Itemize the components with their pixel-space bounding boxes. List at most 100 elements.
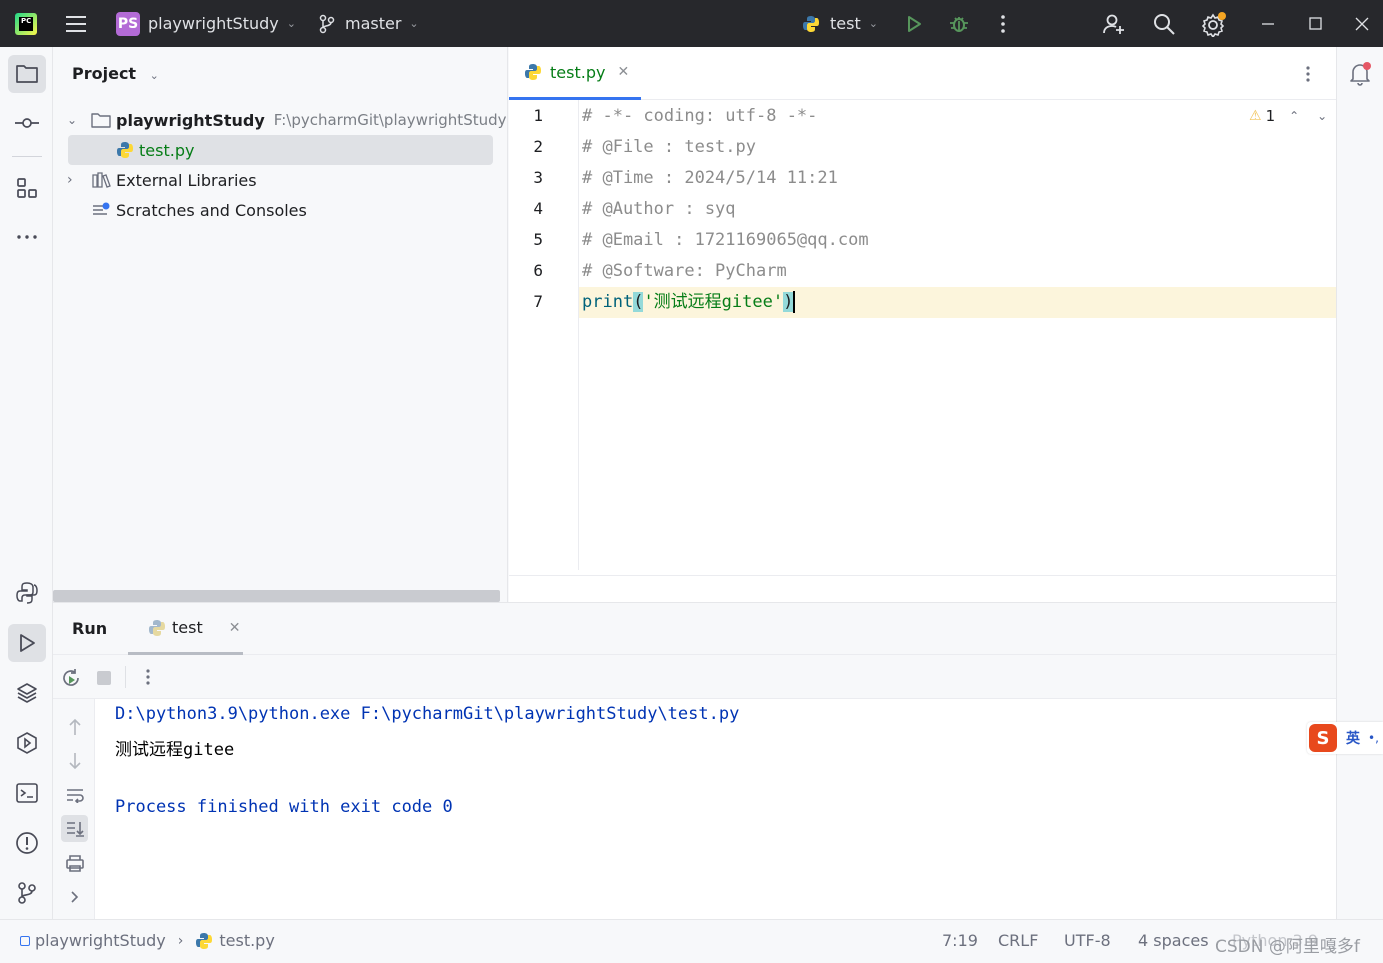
line-number: 4 <box>533 199 543 218</box>
breadcrumb-file[interactable]: test.py <box>219 931 274 950</box>
services-icon[interactable] <box>8 724 46 762</box>
close-tab-icon[interactable]: ✕ <box>617 64 629 80</box>
ime-punct-icon: •, <box>1368 731 1379 745</box>
csdn-watermark: CSDN @阿里嘎多f <box>1215 937 1360 957</box>
tree-item-label: test.py <box>139 140 195 160</box>
git-icon[interactable] <box>8 874 46 912</box>
breadcrumb-project[interactable]: playwrightStudy <box>35 931 166 950</box>
more-tools-icon[interactable] <box>8 218 46 256</box>
hamburger-menu-icon[interactable] <box>64 0 88 47</box>
stop-icon[interactable] <box>96 670 112 690</box>
tree-item-scratches[interactable]: Scratches and Consoles <box>91 195 307 225</box>
notifications-icon[interactable] <box>1349 61 1373 91</box>
run-tool-icon[interactable] <box>8 624 46 662</box>
code-editor: test.py ✕ 1 2 3 4 5 6 7 # -*- coding: ut… <box>509 47 1336 602</box>
inspection-widget[interactable]: ⚠ 1 ⌃ ⌄ <box>1249 107 1327 125</box>
print-icon[interactable] <box>61 849 88 876</box>
python-file-icon <box>525 64 541 80</box>
code-line-7[interactable]: print('测试远程gitee') <box>582 287 796 318</box>
soft-wrap-icon[interactable] <box>61 781 88 808</box>
structure-tool-icon[interactable] <box>8 169 46 207</box>
code-line-6[interactable]: # @Software: PyCharm <box>582 256 787 287</box>
maximize-icon[interactable] <box>1309 0 1322 47</box>
scroll-to-end-icon[interactable] <box>61 815 88 842</box>
title-bar: PC PS playwrightStudy ⌄ master ⌄ test ⌄ <box>0 0 1383 47</box>
tree-item-external-libraries[interactable]: › External Libraries <box>67 165 257 195</box>
commit-tool-icon[interactable] <box>8 104 46 142</box>
chevron-right-icon[interactable] <box>61 883 88 910</box>
project-panel: Project ⌄ ⌄ playwrightStudy F:\pycharmGi… <box>53 47 508 602</box>
tree-item-test-py[interactable]: test.py <box>68 135 493 165</box>
ime-language-label: 英 <box>1346 731 1360 747</box>
ime-indicator[interactable]: S 英 •, <box>1307 722 1383 754</box>
chevron-down-icon[interactable]: ⌄ <box>1317 109 1327 123</box>
python-icon <box>149 619 165 636</box>
chevron-right-icon: › <box>177 932 184 949</box>
close-tab-icon[interactable]: ✕ <box>229 620 241 636</box>
horizontal-scrollbar[interactable] <box>53 590 500 602</box>
code-line-3[interactable]: # @Time : 2024/5/14 11:21 <box>582 163 838 194</box>
chevron-right-icon[interactable]: › <box>67 172 83 188</box>
minimize-icon[interactable] <box>1261 0 1275 47</box>
more-vert-icon[interactable] <box>1000 0 1006 47</box>
run-panel-header: Run test ✕ <box>53 603 1336 655</box>
close-paren: ) <box>783 292 794 312</box>
python-console-icon[interactable] <box>8 574 46 612</box>
run-icon[interactable] <box>904 0 924 47</box>
line-number: 5 <box>533 230 543 249</box>
toolbar-separator <box>125 666 126 688</box>
project-panel-header[interactable]: Project ⌄ <box>72 64 159 83</box>
debug-icon[interactable] <box>948 0 970 47</box>
code-line-1[interactable]: # -*- coding: utf-8 -*- <box>582 101 817 132</box>
rerun-icon[interactable] <box>60 667 82 693</box>
open-paren: ( <box>633 292 644 312</box>
code-line-2[interactable]: # @File : test.py <box>582 132 756 163</box>
chevron-up-icon[interactable]: ⌃ <box>1289 109 1299 123</box>
run-tab-test[interactable]: test ✕ <box>128 603 243 655</box>
line-ending[interactable]: CRLF <box>998 931 1038 950</box>
run-panel: Run test ✕ D:\python3.9\python.exe F:\py… <box>53 602 1336 920</box>
line-number-gutter: 1 2 3 4 5 6 7 <box>509 100 579 570</box>
warning-count: 1 <box>1265 107 1276 125</box>
editor-tab-bar: test.py ✕ <box>509 47 1336 100</box>
tree-item-label: External Libraries <box>116 170 257 190</box>
code-line-4[interactable]: # @Author : syq <box>582 194 736 225</box>
run-toolbar <box>53 655 1336 699</box>
file-encoding[interactable]: UTF-8 <box>1064 931 1111 950</box>
terminal-icon[interactable] <box>8 774 46 812</box>
project-switcher[interactable]: PS playwrightStudy ⌄ <box>116 0 296 47</box>
settings-icon[interactable] <box>1201 0 1227 47</box>
chevron-down-icon[interactable]: ⌄ <box>67 113 83 127</box>
project-tool-icon[interactable] <box>8 55 46 93</box>
problems-icon[interactable] <box>8 824 46 862</box>
module-icon <box>20 935 30 946</box>
project-name: playwrightStudy <box>148 14 279 33</box>
editor-bottom-divider <box>509 575 1336 576</box>
python-file-icon <box>196 932 213 949</box>
arrow-up-icon[interactable] <box>61 713 88 740</box>
line-number: 2 <box>533 137 543 156</box>
project-path-hint: F:\pycharmGit\playwrightStudy <box>273 111 507 129</box>
tree-item-label: Scratches and Consoles <box>116 200 307 220</box>
right-tool-strip <box>1336 47 1383 919</box>
editor-tab-test-py[interactable]: test.py ✕ <box>509 47 641 100</box>
chevron-down-icon: ⌄ <box>286 17 296 30</box>
add-user-icon[interactable] <box>1102 0 1126 47</box>
caret-position[interactable]: 7:19 <box>942 931 978 950</box>
code-line-5[interactable]: # @Email : 1721169065@qq.com <box>582 225 869 256</box>
line-number: 1 <box>533 106 543 125</box>
run-config-selector[interactable]: test ⌄ <box>802 0 878 47</box>
console-exit-line: Process finished with exit code 0 <box>115 797 453 817</box>
arrow-down-icon[interactable] <box>61 747 88 774</box>
more-vert-icon[interactable] <box>145 668 151 690</box>
indent-setting[interactable]: 4 spaces <box>1138 931 1209 950</box>
python-packages-icon[interactable] <box>8 674 46 712</box>
search-icon[interactable] <box>1152 0 1176 47</box>
python-icon <box>803 15 819 32</box>
close-icon[interactable] <box>1355 0 1369 47</box>
chevron-down-icon: ⌄ <box>149 69 159 82</box>
tree-item-project-root[interactable]: ⌄ playwrightStudy F:\pycharmGit\playwrig… <box>67 105 507 135</box>
more-vert-icon[interactable] <box>1305 65 1311 87</box>
branch-switcher[interactable]: master ⌄ <box>318 0 419 47</box>
pycharm-logo-icon: PC <box>15 0 37 47</box>
